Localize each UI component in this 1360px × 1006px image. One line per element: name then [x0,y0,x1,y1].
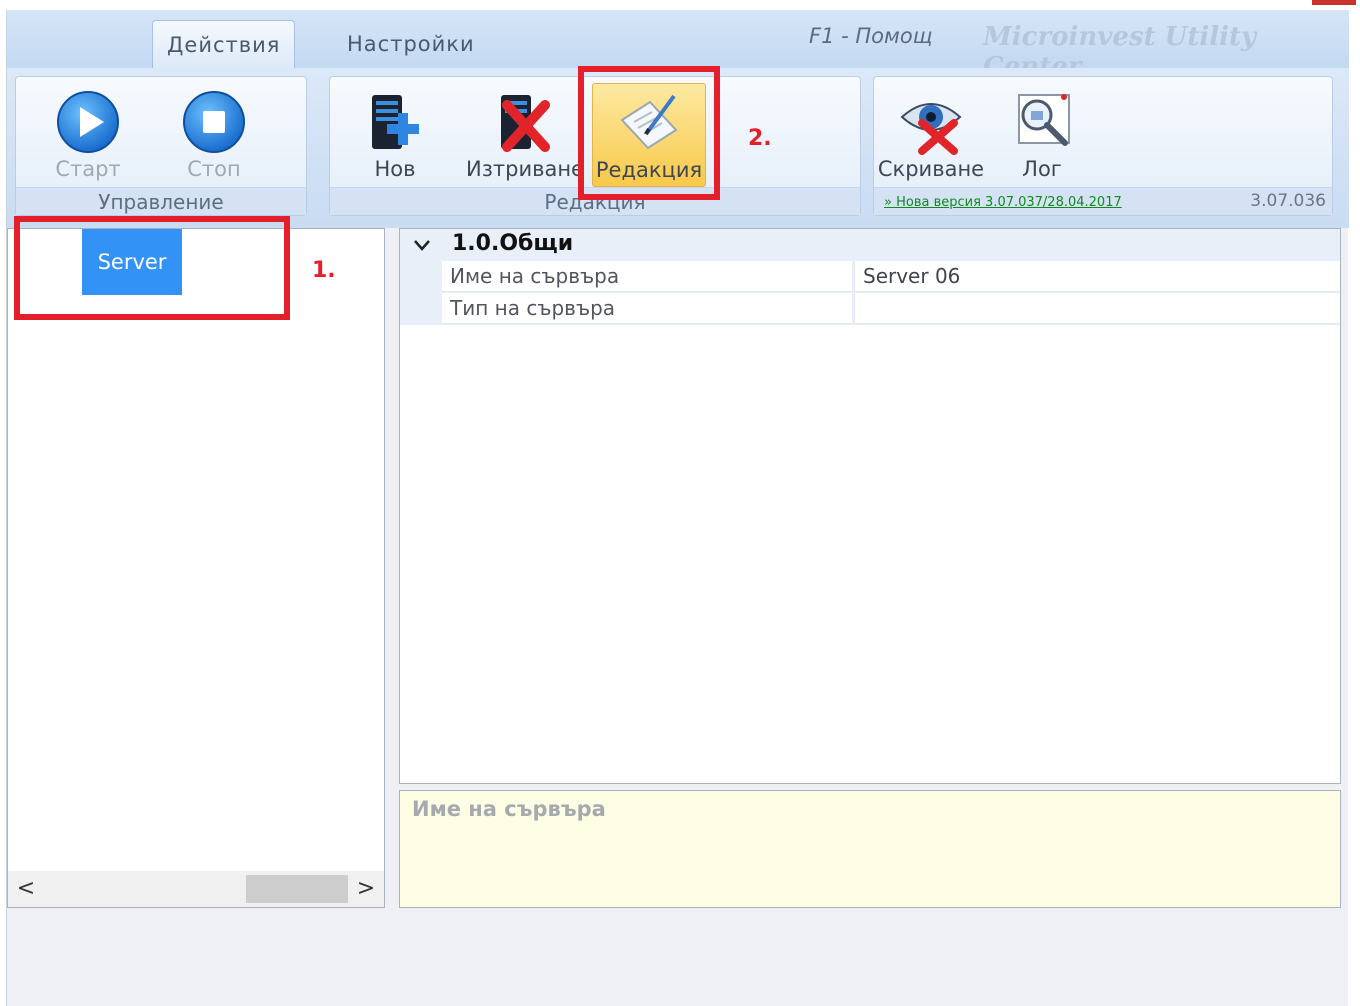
delete-server-icon [501,95,550,152]
stop-button[interactable]: Стоп [164,89,264,181]
annotation-number-1: 1. [312,258,336,283]
tab-strip: Действия Настройки F1 - Помощ Microinves… [7,10,1349,82]
stop-icon [183,91,245,153]
category-title: 1.0.Общи [452,231,574,256]
new-label: Нов [374,157,416,181]
property-grid: 1.0.Общи Име на сървъра Server 06 Тип на… [399,228,1341,784]
play-icon [57,91,119,153]
tab-settings[interactable]: Настройки [333,20,489,68]
stop-label: Стоп [187,157,241,181]
help-link[interactable]: F1 - Помощ [809,24,932,48]
annotation-box-edit [578,66,720,200]
property-description: Име на сървъра [399,790,1341,908]
group-label-control: Управление [16,187,306,215]
category-row[interactable]: 1.0.Общи [400,229,1340,261]
scroll-thumb[interactable] [246,875,348,903]
delete-label: Изтриване [466,157,584,181]
property-row[interactable]: Име на сървъра Server 06 [400,261,1340,293]
window-close-button[interactable] [1312,0,1356,5]
horizontal-scrollbar[interactable]: < > [8,871,384,907]
start-label: Старт [55,157,121,181]
property-name: Тип на сървъра [442,293,852,324]
scroll-left-button[interactable]: < [8,871,44,907]
version-label: 3.07.036 [1250,191,1326,211]
annotation-box-server [14,216,290,320]
log-magnifier-icon [1018,94,1070,146]
tab-actions[interactable]: Действия [152,20,296,68]
new-server-icon [372,95,419,149]
scroll-right-button[interactable]: > [348,871,384,907]
property-row[interactable]: Тип на сървъра [400,293,1340,325]
property-value[interactable]: Server 06 [854,261,1340,292]
description-title: Име на сървъра [412,797,606,821]
hide-button[interactable]: Скриване [876,89,986,181]
group-control: Старт Стоп Управление [15,76,307,216]
new-button[interactable]: Нов [350,89,440,181]
property-name: Име на сървъра [442,261,852,292]
start-button[interactable]: Старт [38,89,138,181]
server-tree: Server 06 < > [7,228,385,908]
hide-label: Скриване [877,157,985,181]
hide-eye-icon [900,103,962,155]
delete-button[interactable]: Изтриване [466,89,584,181]
annotation-number-2: 2. [748,126,772,151]
chevron-down-icon[interactable] [412,231,432,259]
update-link[interactable]: » Нова версия 3.07.037/28.04.2017 [884,195,1122,210]
group-view: Скриване Лог » Нова версия 3.07.037/28.0… [873,76,1333,216]
log-button[interactable]: Лог [1002,89,1082,181]
log-label: Лог [1022,157,1062,181]
property-value[interactable] [854,293,1340,324]
